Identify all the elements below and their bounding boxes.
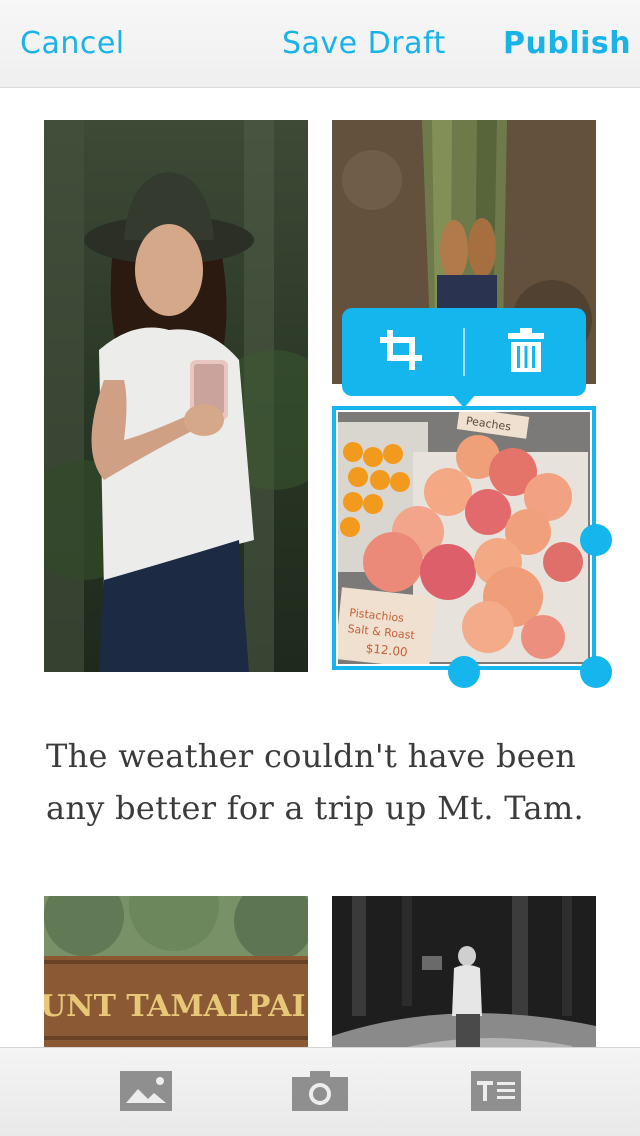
- caption-line-1: The weather couldn't have been: [46, 737, 577, 775]
- cancel-button[interactable]: Cancel: [20, 22, 125, 66]
- delete-button[interactable]: [466, 308, 586, 396]
- peaches-market-photo[interactable]: Pistachios Salt & Roast $12.00 Peaches: [338, 412, 590, 664]
- insert-toolbar: [0, 1047, 640, 1136]
- insert-text-button[interactable]: [468, 1070, 524, 1116]
- caption-line-2: any better for a trip up Mt. Tam.: [46, 789, 584, 827]
- crop-button[interactable]: [342, 308, 462, 396]
- resize-handle-right[interactable]: [580, 524, 612, 556]
- resize-handle-bottom[interactable]: [448, 656, 480, 688]
- post-body-text[interactable]: The weather couldn't have been any bette…: [46, 730, 606, 834]
- svg-text:UNT TAMALPAI: UNT TAMALPAI: [44, 989, 306, 1024]
- insert-camera-button[interactable]: [292, 1070, 348, 1116]
- camera-icon: [292, 1071, 348, 1115]
- trash-icon: [508, 328, 544, 376]
- woman-with-phone-photo[interactable]: [44, 120, 308, 672]
- publish-button[interactable]: Publish: [503, 22, 631, 66]
- popover-arrow: [452, 394, 476, 408]
- navigation-bar: Cancel Save Draft Publish: [0, 0, 640, 88]
- crop-icon: [378, 328, 426, 376]
- resize-handle-corner[interactable]: [580, 656, 612, 688]
- image-icon: [120, 1071, 172, 1115]
- popover-divider: [463, 328, 465, 376]
- save-draft-button[interactable]: Save Draft: [282, 22, 446, 66]
- text-icon: [471, 1071, 521, 1115]
- photo-edit-popover: [342, 308, 586, 396]
- insert-image-button[interactable]: [118, 1070, 174, 1116]
